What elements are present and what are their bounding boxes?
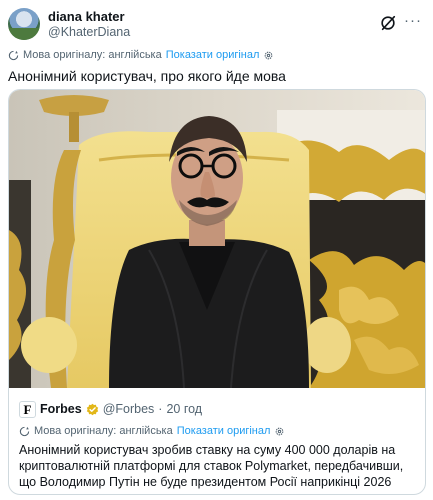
translation-label: Мова оригіналу: англійська — [23, 49, 162, 61]
author-name[interactable]: diana khater — [48, 9, 125, 24]
tweet-header: diana khater @KhaterDiana ··· — [8, 8, 425, 42]
quoted-tweet[interactable]: F Forbes @Forbes · 20 год Мова оригіналу… — [19, 400, 419, 494]
author-handle[interactable]: @KhaterDiana — [48, 25, 130, 39]
forbes-avatar[interactable]: F — [19, 400, 36, 418]
quoted-translation-bar: Мова оригіналу: англійська Показати ориг… — [19, 424, 419, 438]
quoted-author-name[interactable]: Forbes — [40, 402, 82, 416]
translate-icon — [8, 50, 19, 60]
show-original-link[interactable]: Показати оригінал — [166, 49, 260, 61]
quoted-show-original-link[interactable]: Показати оригінал — [177, 425, 271, 437]
avatar[interactable] — [8, 8, 40, 40]
attached-photo[interactable] — [9, 90, 426, 388]
grok-icon[interactable] — [379, 14, 397, 32]
quoted-tweet-text: Анонімний користувач зробив ставку на су… — [19, 443, 404, 494]
translation-bar: Мова оригіналу: англійська Показати ориг… — [8, 48, 274, 62]
quoted-timestamp[interactable]: 20 год — [166, 402, 202, 416]
gear-icon[interactable] — [263, 50, 274, 61]
quoted-translation-label: Мова оригіналу: англійська — [34, 425, 173, 437]
more-icon[interactable]: ··· — [403, 13, 423, 32]
translate-icon — [19, 426, 30, 436]
quoted-tweet-card[interactable]: F Forbes @Forbes · 20 год Мова оригіналу… — [8, 89, 426, 495]
gear-icon[interactable] — [274, 426, 285, 437]
quoted-tweet-header: F Forbes @Forbes · 20 год — [19, 400, 419, 418]
tweet-text: Анонімний користувач, про якого йде мова — [8, 68, 286, 84]
gold-verified-badge-icon — [86, 403, 98, 415]
separator-dot: · — [158, 402, 163, 416]
quoted-author-handle[interactable]: @Forbes — [103, 402, 155, 416]
